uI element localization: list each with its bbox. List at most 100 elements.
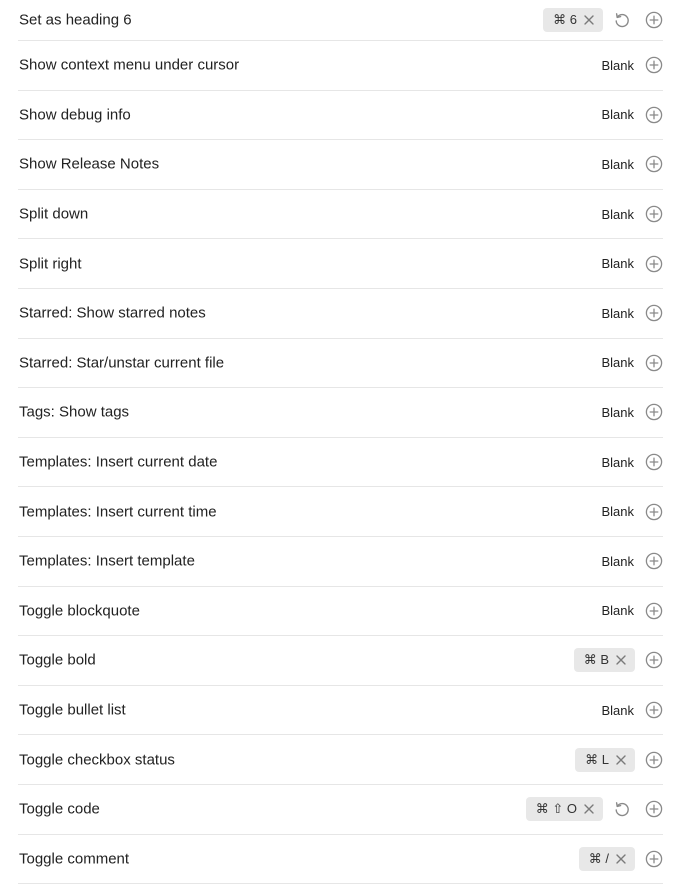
close-icon[interactable] — [615, 754, 627, 766]
plus-circle-icon[interactable] — [645, 503, 663, 521]
hotkey-row: Show Release Notes Blank — [18, 140, 663, 190]
command-name: Toggle bullet list — [19, 701, 126, 719]
plus-circle-icon[interactable] — [645, 850, 663, 868]
hotkey-controls: Blank — [601, 552, 663, 570]
command-name: Toggle blockquote — [19, 602, 140, 620]
hotkey-chip: ⌘ ⇧ O — [525, 797, 603, 822]
hotkey-controls: Blank — [601, 403, 663, 421]
restore-default-icon[interactable] — [613, 800, 631, 818]
blank-label: Blank — [601, 603, 634, 619]
hotkey-row: Show debug info Blank — [18, 91, 663, 141]
plus-circle-icon[interactable] — [645, 701, 663, 719]
hotkey-keys: ⌘ B — [583, 652, 609, 668]
command-name: Templates: Insert current date — [19, 453, 218, 471]
command-name: Templates: Insert template — [19, 552, 195, 570]
hotkey-controls: ⌘ B — [573, 648, 663, 673]
plus-circle-icon[interactable] — [645, 155, 663, 173]
blank-label: Blank — [601, 404, 634, 420]
hotkey-controls: Blank — [601, 56, 663, 74]
hotkey-row: Toggle bullet list Blank — [18, 686, 663, 736]
command-name: Show debug info — [19, 106, 131, 124]
plus-circle-icon[interactable] — [645, 56, 663, 74]
hotkey-row: Starred: Show starred notes Blank — [18, 289, 663, 339]
command-name: Toggle code — [19, 800, 100, 818]
plus-circle-icon[interactable] — [645, 800, 663, 818]
hotkey-controls: ⌘ / — [578, 846, 663, 871]
hotkey-row: Toggle comment ⌘ / — [18, 835, 663, 885]
plus-circle-icon[interactable] — [645, 354, 663, 372]
close-icon[interactable] — [615, 853, 627, 865]
hotkey-list: Set as heading 6 ⌘ 6 Show context menu und… — [0, 0, 686, 885]
blank-label: Blank — [601, 156, 634, 172]
blank-label: Blank — [601, 355, 634, 371]
command-name: Starred: Show starred notes — [19, 304, 206, 322]
hotkey-keys: ⌘ / — [588, 850, 609, 866]
plus-circle-icon[interactable] — [645, 403, 663, 421]
hotkey-row: Toggle blockquote Blank — [18, 587, 663, 637]
command-name: Toggle checkbox status — [19, 751, 175, 769]
hotkey-chip: ⌘ 6 — [543, 8, 603, 32]
hotkey-row: Starred: Star/unstar current file Blank — [18, 339, 663, 389]
plus-circle-icon[interactable] — [645, 106, 663, 124]
plus-circle-icon[interactable] — [645, 453, 663, 471]
hotkey-row: Templates: Insert current time Blank — [18, 487, 663, 537]
plus-circle-icon[interactable] — [645, 602, 663, 620]
command-name: Split right — [19, 255, 82, 273]
hotkey-keys: ⌘ 6 — [553, 12, 577, 27]
hotkey-controls: Blank — [601, 106, 663, 124]
plus-circle-icon[interactable] — [645, 205, 663, 223]
hotkey-keys: ⌘ L — [585, 751, 609, 767]
plus-circle-icon[interactable] — [645, 651, 663, 669]
hotkey-chip: ⌘ / — [578, 846, 635, 871]
blank-label: Blank — [601, 57, 634, 73]
hotkey-row: Toggle bold ⌘ B — [18, 636, 663, 686]
command-name: Split down — [19, 205, 89, 223]
hotkey-controls: Blank — [601, 155, 663, 173]
hotkey-row: Tags: Show tags Blank — [18, 388, 663, 438]
command-name: Toggle comment — [19, 850, 130, 868]
hotkey-row: Toggle code ⌘ ⇧ O — [18, 785, 663, 835]
command-name: Show context menu under cursor — [19, 56, 240, 74]
restore-default-icon[interactable] — [613, 11, 631, 29]
hotkey-row: Show context menu under cursor Blank — [18, 41, 663, 91]
blank-label: Blank — [601, 454, 634, 470]
blank-label: Blank — [601, 702, 634, 718]
plus-circle-icon[interactable] — [645, 751, 663, 769]
blank-label: Blank — [601, 256, 634, 272]
blank-label: Blank — [601, 206, 634, 222]
hotkey-row: Toggle checkbox status ⌘ L — [18, 735, 663, 785]
command-name: Starred: Star/unstar current file — [19, 354, 225, 372]
hotkey-row: Set as heading 6 ⌘ 6 — [18, 0, 663, 41]
command-name: Toggle bold — [19, 651, 96, 669]
hotkey-controls: Blank — [601, 205, 663, 223]
plus-circle-icon[interactable] — [645, 552, 663, 570]
hotkey-keys: ⌘ ⇧ O — [535, 801, 577, 817]
hotkey-row: Templates: Insert current date Blank — [18, 438, 663, 488]
plus-circle-icon[interactable] — [645, 255, 663, 273]
hotkey-chip: ⌘ L — [575, 747, 635, 772]
hotkey-controls: ⌘ L — [575, 747, 663, 772]
plus-circle-icon[interactable] — [645, 304, 663, 322]
hotkey-controls: ⌘ 6 — [543, 8, 663, 32]
hotkey-controls: Blank — [601, 304, 663, 322]
hotkey-row: Split right Blank — [18, 239, 663, 289]
hotkey-controls: Blank — [601, 602, 663, 620]
command-name: Templates: Insert current time — [19, 503, 217, 521]
hotkey-controls: Blank — [601, 255, 663, 273]
hotkey-row: Split down Blank — [18, 190, 663, 240]
close-icon[interactable] — [583, 803, 595, 815]
hotkey-row: Templates: Insert template Blank — [18, 537, 663, 587]
plus-circle-icon[interactable] — [645, 11, 663, 29]
command-name: Tags: Show tags — [19, 403, 130, 421]
hotkey-controls: ⌘ ⇧ O — [525, 797, 663, 822]
blank-label: Blank — [601, 305, 634, 321]
blank-label: Blank — [601, 553, 634, 569]
hotkey-controls: Blank — [601, 453, 663, 471]
close-icon[interactable] — [615, 654, 627, 666]
close-icon[interactable] — [583, 14, 595, 26]
blank-label: Blank — [601, 107, 634, 123]
hotkey-controls: Blank — [601, 354, 663, 372]
command-name: Show Release Notes — [19, 155, 160, 173]
hotkey-controls: Blank — [601, 503, 663, 521]
hotkey-controls: Blank — [601, 701, 663, 719]
